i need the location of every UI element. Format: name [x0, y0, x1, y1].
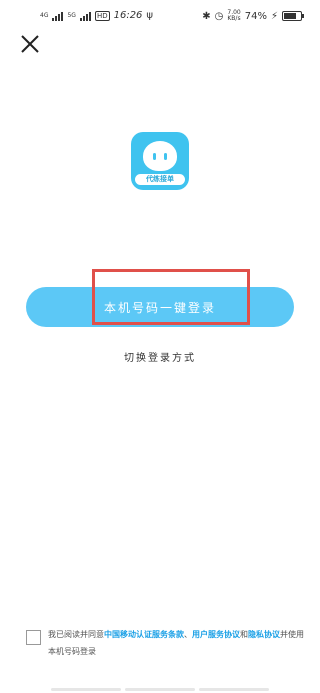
status-left: 4G 5G HD 16:26 ψ	[40, 10, 153, 21]
signal-icon-2	[79, 11, 91, 21]
status-bar: 4G 5G HD 16:26 ψ ✱ ◷ 7.00 KB/s 74% ⚡	[0, 0, 320, 34]
network-5g-label: 5G	[67, 11, 76, 19]
agreement-sep: 、	[184, 630, 192, 639]
battery-percent: 74%	[244, 10, 267, 22]
cmcc-terms-link[interactable]: 中国移动认证服务条款	[104, 630, 184, 639]
agreement-prefix: 我已阅读并同意	[48, 630, 104, 639]
logo-eye-left	[153, 153, 156, 160]
hd-badge: HD	[94, 10, 110, 21]
battery-fill	[284, 13, 296, 19]
logo-eye-right	[164, 153, 167, 160]
signal-icon	[52, 11, 64, 21]
user-terms-link[interactable]: 用户服务协议	[192, 630, 240, 639]
switch-login-link[interactable]: 切换登录方式	[0, 349, 320, 364]
bluetooth-icon: ✱	[202, 10, 211, 22]
net-speed: 7.00 KB/s	[227, 10, 240, 22]
agreement-text: 我已阅读并同意中国移动认证服务条款、用户服务协议和隐私协议并使用本机号码登录	[48, 626, 308, 660]
battery-icon	[282, 11, 304, 21]
network-4g-label: 4G	[40, 11, 49, 19]
close-icon	[21, 35, 39, 53]
logo-face-icon	[143, 141, 177, 171]
alarm-icon: ◷	[214, 10, 224, 22]
logo-tag: 代练接单	[135, 174, 185, 185]
app-logo: 代练接单	[131, 132, 189, 190]
close-button[interactable]	[18, 32, 42, 56]
bottom-bar	[0, 688, 320, 693]
agreement-section: 我已阅读并同意中国移动认证服务条款、用户服务协议和隐私协议并使用本机号码登录	[26, 626, 308, 660]
usb-icon: ψ	[146, 10, 154, 21]
net-speed-unit: KB/s	[227, 15, 241, 22]
charging-icon: ⚡	[270, 10, 278, 22]
privacy-link[interactable]: 隐私协议	[248, 630, 280, 639]
agree-checkbox[interactable]	[26, 630, 41, 645]
highlight-annotation	[92, 269, 250, 325]
status-right: ✱ ◷ 7.00 KB/s 74% ⚡	[202, 10, 304, 22]
agreement-and: 和	[240, 630, 248, 639]
status-time: 16:26	[113, 10, 143, 21]
